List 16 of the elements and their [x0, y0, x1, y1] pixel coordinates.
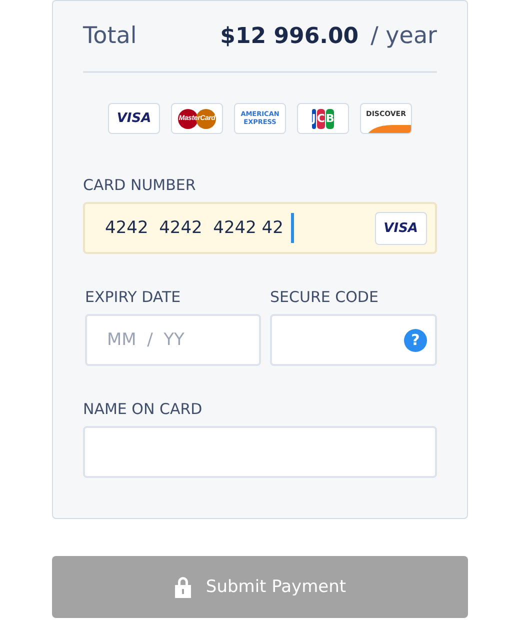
billing-period: / year — [370, 23, 437, 49]
total-amount: $12 996.00 — [220, 24, 359, 48]
field-label: CARD NUMBER — [83, 176, 197, 194]
expiry-date-field[interactable]: MM / YY — [85, 314, 261, 366]
name-field[interactable] — [83, 426, 437, 478]
text-cursor — [291, 213, 294, 243]
secure-code-field[interactable]: ? — [270, 314, 437, 366]
field-label: SECURE CODE — [270, 288, 380, 306]
field-label: EXPIRY DATE — [85, 288, 182, 306]
card-brand-logo: VISA — [108, 103, 160, 134]
total-label: Total — [83, 23, 138, 49]
card-brand-badge: VISA — [374, 212, 427, 244]
lock-icon — [174, 576, 192, 598]
help-icon[interactable]: ? — [404, 328, 427, 352]
field-label: NAME ON CARD — [83, 400, 204, 418]
card-number-field[interactable]: 4242 4242 4242 42 VISA — [83, 202, 437, 254]
